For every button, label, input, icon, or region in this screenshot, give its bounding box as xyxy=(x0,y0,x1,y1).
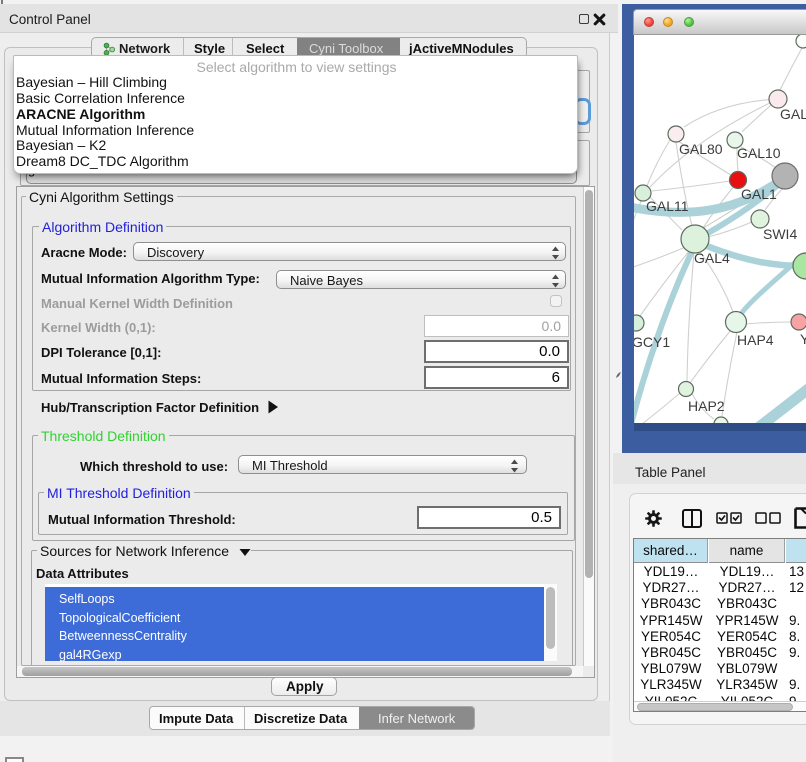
svg-text:GAL4: GAL4 xyxy=(694,250,730,266)
svg-text:GAL: GAL xyxy=(780,106,806,122)
svg-text:GAL80: GAL80 xyxy=(679,141,723,157)
svg-text:SWI4: SWI4 xyxy=(763,226,797,242)
svg-text:GCY1: GCY1 xyxy=(634,334,670,350)
svg-text:Y: Y xyxy=(800,331,806,347)
svg-text:GAL1: GAL1 xyxy=(741,186,777,202)
svg-text:HAP2: HAP2 xyxy=(688,398,725,414)
svg-text:HAP4: HAP4 xyxy=(737,332,774,348)
svg-text:GAL10: GAL10 xyxy=(737,145,781,161)
svg-text:GAL11: GAL11 xyxy=(646,198,689,214)
